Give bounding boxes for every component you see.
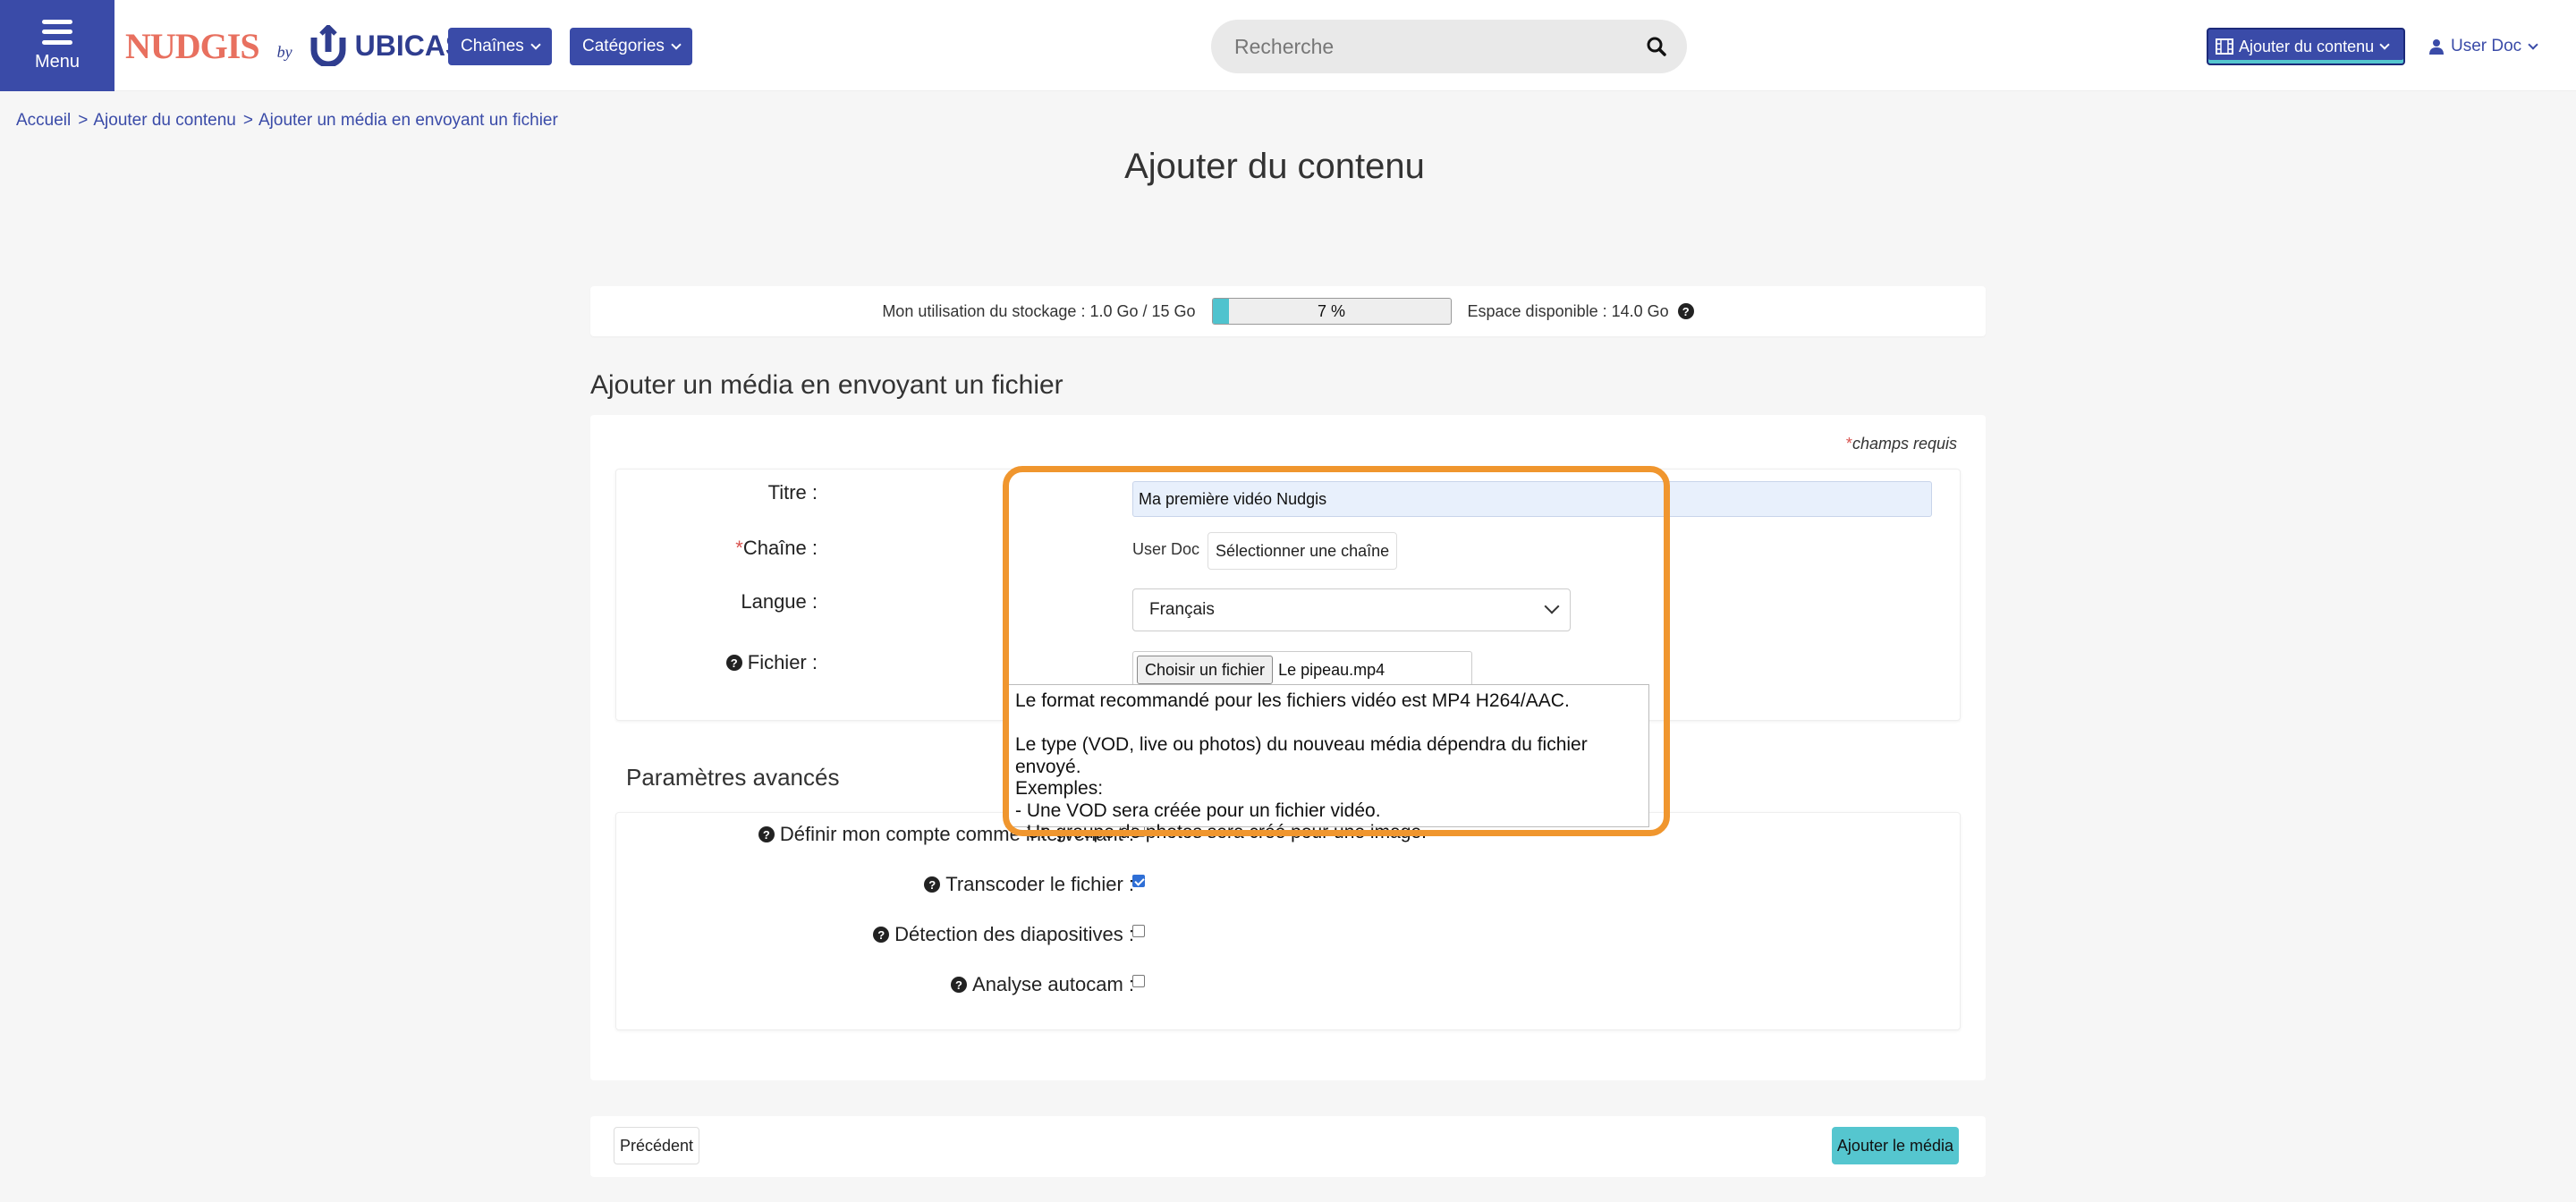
storage-available-text: Espace disponible : 14.0 Go bbox=[1467, 301, 1669, 320]
menu-button[interactable]: Menu bbox=[0, 0, 114, 91]
chevron-down-icon bbox=[1544, 598, 1560, 614]
logo-by: by bbox=[276, 42, 292, 61]
top-header: Menu NUDGIS by UBICAST Chaînes Catégorie… bbox=[0, 0, 2576, 91]
user-menu[interactable]: User Doc bbox=[2429, 34, 2538, 59]
nav-channels-button[interactable]: Chaînes bbox=[448, 28, 552, 65]
search-icon[interactable] bbox=[1639, 29, 1674, 64]
storage-usage-text: Mon utilisation du stockage : 1.0 Go / 1… bbox=[882, 301, 1196, 320]
breadcrumb-separator: > bbox=[242, 111, 253, 130]
file-label: ? Fichier : bbox=[725, 651, 818, 674]
nav-categories-label: Catégories bbox=[582, 37, 665, 55]
channel-label: * Chaîne : bbox=[735, 537, 818, 559]
option-transcode-label: ? Transcoder le fichier : bbox=[924, 873, 1134, 896]
search-input[interactable] bbox=[1211, 34, 1639, 59]
option-autocam-label: ? Analyse autocam : bbox=[951, 973, 1134, 996]
required-note: *champs requis bbox=[1845, 435, 1957, 453]
storage-usage-bar: Mon utilisation du stockage : 1.0 Go / 1… bbox=[590, 286, 1986, 336]
help-icon[interactable]: ? bbox=[951, 977, 968, 993]
help-icon[interactable]: ? bbox=[873, 927, 890, 943]
language-value: Français bbox=[1149, 600, 1215, 619]
breadcrumb-add-content[interactable]: Ajouter du contenu bbox=[93, 111, 236, 131]
nav-channels-label: Chaînes bbox=[461, 37, 524, 55]
channel-value: User Doc bbox=[1132, 540, 1200, 558]
breadcrumb-separator: > bbox=[78, 111, 89, 130]
file-input[interactable]: Choisir un fichier Le pipeau.mp4 bbox=[1132, 651, 1472, 689]
add-content-button[interactable]: Ajouter du contenu bbox=[2207, 28, 2405, 65]
storage-progress: 7 % bbox=[1211, 298, 1452, 325]
user-name: User Doc bbox=[2451, 37, 2522, 55]
storage-progress-label: 7 % bbox=[1318, 301, 1346, 320]
nav-categories-button[interactable]: Catégories bbox=[570, 28, 692, 65]
section-title: Ajouter un média en envoyant un fichier bbox=[590, 370, 1063, 400]
film-icon bbox=[2216, 38, 2233, 55]
chevron-down-icon bbox=[2528, 38, 2538, 50]
help-icon[interactable]: ? bbox=[758, 826, 775, 842]
chevron-down-icon bbox=[671, 38, 682, 50]
hamburger-icon bbox=[42, 19, 72, 45]
select-channel-button[interactable]: Sélectionner une chaîne bbox=[1208, 532, 1398, 570]
language-select[interactable]: Français bbox=[1132, 588, 1571, 631]
option-autocam-checkbox[interactable] bbox=[1132, 975, 1145, 987]
chevron-down-icon bbox=[2379, 38, 2390, 50]
add-media-button[interactable]: Ajouter le média bbox=[1831, 1127, 1959, 1164]
option-transcode-checkbox[interactable] bbox=[1132, 875, 1145, 887]
menu-label: Menu bbox=[34, 51, 80, 72]
tooltip-text: Le format recommandé pour les fichiers v… bbox=[1015, 690, 1588, 842]
advanced-settings-title: Paramètres avancés bbox=[626, 764, 840, 791]
logo-brand: NUDGIS bbox=[125, 25, 260, 66]
chevron-down-icon bbox=[530, 38, 541, 50]
title-input[interactable] bbox=[1132, 481, 1932, 517]
breadcrumb-current[interactable]: Ajouter un média en envoyant un fichier bbox=[258, 111, 558, 131]
logo[interactable]: NUDGIS by UBICAST bbox=[125, 23, 482, 68]
choose-file-button[interactable]: Choisir un fichier bbox=[1137, 656, 1274, 684]
user-icon bbox=[2429, 39, 2444, 55]
file-help-tooltip: Le format recommandé pour les fichiers v… bbox=[1005, 684, 1649, 842]
search-bar bbox=[1211, 20, 1687, 73]
help-icon[interactable]: ? bbox=[1677, 303, 1694, 319]
help-icon[interactable]: ? bbox=[725, 655, 742, 671]
option-slides-checkbox[interactable] bbox=[1132, 925, 1145, 937]
ubicast-logo-icon bbox=[310, 25, 346, 66]
add-content-label: Ajouter du contenu bbox=[2239, 37, 2375, 55]
help-icon[interactable]: ? bbox=[924, 876, 941, 893]
page-title: Ajouter du contenu bbox=[1124, 147, 1425, 186]
title-label: Titre : bbox=[767, 481, 818, 504]
file-name: Le pipeau.mp4 bbox=[1278, 660, 1385, 679]
breadcrumb-home[interactable]: Accueil bbox=[16, 111, 71, 131]
previous-button[interactable]: Précédent bbox=[614, 1127, 700, 1164]
breadcrumb: Accueil > Ajouter du contenu > Ajouter u… bbox=[16, 111, 558, 131]
option-slides-label: ? Détection des diapositives : bbox=[873, 923, 1134, 946]
language-label: Langue : bbox=[741, 590, 818, 613]
form-actions-bar: Précédent Ajouter le média bbox=[590, 1116, 1986, 1177]
